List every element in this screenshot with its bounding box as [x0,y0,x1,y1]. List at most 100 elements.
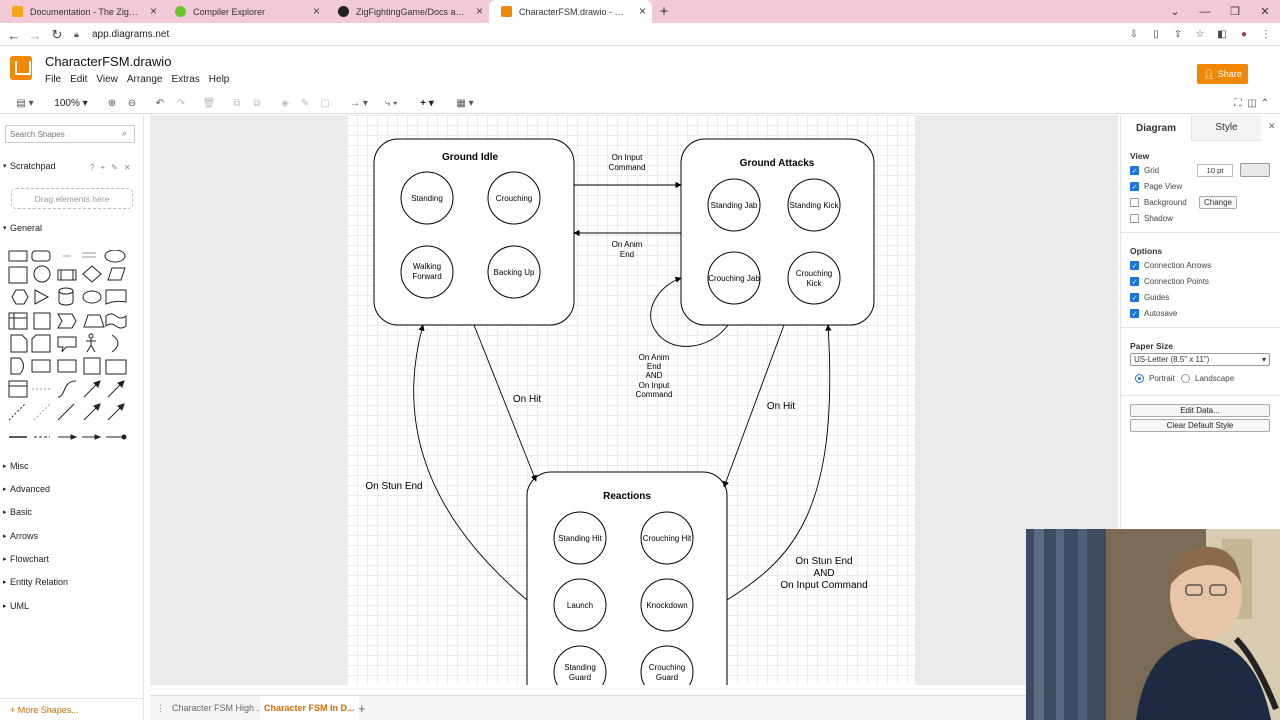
checkbox-icon[interactable]: ✓ [1130,293,1139,302]
page-icon[interactable]: ▯ [1148,26,1164,42]
waypoints-icon[interactable]: ⤷ ▾ [378,95,404,111]
page-tab-in-depth[interactable]: Character FSM In D... [260,696,359,720]
install-app-icon[interactable]: ⇩ [1126,26,1142,42]
state-standing-jab[interactable]: Standing Jab [707,178,761,232]
tab-diagram[interactable]: Diagram [1121,115,1191,141]
edge-label[interactable]: Command [636,390,673,399]
close-tab-icon[interactable]: × [150,4,157,18]
state-walking-forward[interactable]: WalkingForward [400,245,454,299]
zoom-in-icon[interactable]: ⊕ [105,95,119,111]
search-icon[interactable]: ⌕ [122,128,127,139]
edge-label[interactable]: On Hit [767,401,796,412]
sidebar-section-flowchart[interactable]: Flowchart [0,554,144,564]
browser-tab-github[interactable]: ZigFightingGame/Docs at main × [326,0,489,23]
menu-edit[interactable]: Edit [70,74,87,85]
state-knockdown[interactable]: Knockdown [640,578,694,632]
group-reactions[interactable]: Reactions Standing Hit Crouching Hit Lau… [526,471,728,685]
lock-icon[interactable]: 🔒︎ [74,29,88,40]
close-window-icon[interactable]: ✕ [1250,0,1280,23]
paper-size-select[interactable]: US-Letter (8.5" x 11") ▾ [1130,353,1270,366]
forward-icon[interactable]: → [25,25,45,45]
connection-arrows-checkbox[interactable]: ✓ Connection Arrows [1130,261,1211,270]
browser-tab-zig-docs[interactable]: Documentation - The Zig Programming Lang… [0,0,163,23]
minimize-icon[interactable]: — [1190,0,1220,23]
insert-icon[interactable]: + ▾ [414,95,440,111]
state-crouching-kick[interactable]: CrouchingKick [787,251,841,305]
group-ground-attacks[interactable]: Ground Attacks Standing Jab Standing Kic… [680,138,875,326]
state-launch[interactable]: Launch [553,578,607,632]
pages-menu-icon[interactable]: ⋮ [156,696,165,720]
edge-label[interactable]: On Input [639,381,670,390]
search-shapes-input[interactable] [5,125,135,143]
edge-label[interactable]: AND [813,568,834,579]
radio-icon[interactable] [1181,374,1190,383]
state-crouching-jab[interactable]: Crouching Jab [707,251,761,305]
grid-checkbox[interactable]: ✓ Grid [1130,166,1159,175]
close-tab-icon[interactable]: × [639,4,646,18]
menu-arrange[interactable]: Arrange [127,74,163,85]
autosave-checkbox[interactable]: ✓ Autosave [1130,309,1177,318]
close-tab-icon[interactable]: × [313,4,320,18]
undo-icon[interactable]: ↶ [153,95,167,111]
general-shapes-palette[interactable] [8,250,134,442]
sidebar-section-entity-relation[interactable]: Entity Relation [0,577,144,587]
sidebar-section-misc[interactable]: Misc [0,461,144,471]
state-backing-up[interactable]: Backing Up [487,245,541,299]
background-checkbox[interactable]: Background [1130,198,1187,207]
state-standing-hit[interactable]: Standing Hit [553,511,607,565]
delete-icon[interactable]: 🗑︎ [202,95,216,111]
browser-menu-icon[interactable]: ⋮ [1258,26,1274,42]
zoom-out-icon[interactable]: ⊖ [125,95,139,111]
checkbox-icon[interactable]: ✓ [1130,261,1139,270]
edge-label[interactable]: Command [609,163,646,172]
collapse-icon[interactable]: ⌃ [1259,95,1271,111]
bookmark-star-icon[interactable]: ☆ [1192,26,1208,42]
sidebar-section-uml[interactable]: UML [0,601,144,611]
state-crouching-hit[interactable]: Crouching Hit [640,511,694,565]
to-front-icon[interactable]: ⧉ [230,95,244,111]
menu-extras[interactable]: Extras [171,74,199,85]
connection-points-checkbox[interactable]: ✓ Connection Points [1130,277,1209,286]
grid-color-swatch[interactable] [1240,163,1270,177]
state-standing-kick[interactable]: Standing Kick [787,178,841,232]
group-ground-idle[interactable]: Ground Idle Standing Crouching WalkingFo… [373,138,575,326]
url-field[interactable]: 🔒︎ app.diagrams.net [74,25,1250,44]
close-icon[interactable]: ✕ [124,163,131,172]
table-icon[interactable]: ▦ ▾ [452,95,478,111]
landscape-radio[interactable]: Landscape [1181,374,1234,383]
share-page-icon[interactable]: ⇪ [1170,26,1186,42]
browser-tab-drawio[interactable]: CharacterFSM.drawio - diagrams.net × [489,0,652,23]
scratchpad-drop-zone[interactable]: Drag elements here [11,188,133,209]
clear-default-style-button[interactable]: Clear Default Style [1130,419,1270,432]
menu-file[interactable]: File [45,74,61,85]
grid-size-input[interactable]: 10 pt [1197,164,1233,177]
document-title[interactable]: CharacterFSM.drawio [45,54,171,69]
edge-label[interactable]: AND [646,371,663,380]
new-tab-button[interactable]: + [652,0,676,23]
edge-label[interactable]: End [647,362,661,371]
diagram-canvas[interactable]: Ground Idle Standing Crouching Walking Fo… [150,115,1118,685]
reload-icon[interactable]: ↻ [47,25,67,45]
checkbox-icon[interactable]: ✓ [1130,309,1139,318]
profile-avatar-icon[interactable]: ● [1236,26,1252,42]
menu-help[interactable]: Help [209,74,230,85]
edge-label[interactable]: On Hit [513,394,542,405]
add-page-icon[interactable]: + [358,696,366,720]
checkbox-icon[interactable] [1130,214,1139,223]
sidebar-section-basic[interactable]: Basic [0,507,144,517]
edge-label[interactable]: On Input [612,153,643,162]
view-panels-icon[interactable]: ▤ ▾ [12,95,38,111]
more-shapes-button[interactable]: + More Shapes... [0,698,144,720]
zoom-select[interactable]: 100% ▾ [52,95,90,111]
change-background-button[interactable]: Change [1199,196,1237,209]
fullscreen-icon[interactable]: ⛶ [1232,95,1244,111]
line-color-icon[interactable]: ✎ [298,95,312,111]
sidebar-section-advanced[interactable]: Advanced [0,484,144,494]
close-tab-icon[interactable]: × [476,4,483,18]
add-icon[interactable]: + [100,163,105,172]
checkbox-icon[interactable]: ✓ [1130,182,1139,191]
menu-view[interactable]: View [96,74,118,85]
shadow-checkbox[interactable]: Shadow [1130,214,1173,223]
to-back-icon[interactable]: ⧉ [250,95,264,111]
checkbox-icon[interactable] [1130,198,1139,207]
